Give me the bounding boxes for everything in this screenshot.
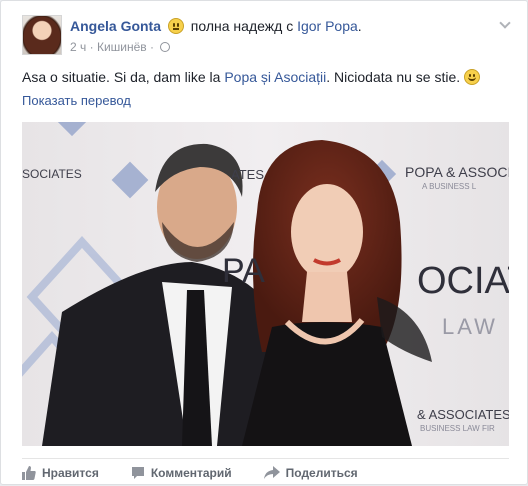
backdrop-text: PA <box>222 252 265 290</box>
post-text-part: Asa o situatie. Si da, dam like la <box>22 69 225 85</box>
author-name[interactable]: Angela Gonta <box>70 18 161 34</box>
post-time[interactable]: 2 ч <box>70 40 86 54</box>
share-arrow-icon <box>263 465 280 479</box>
with-prefix: с <box>286 18 294 34</box>
backdrop-text: ATES <box>231 167 264 182</box>
post-options-chevron-icon[interactable] <box>499 17 511 29</box>
share-button[interactable]: Поделиться <box>263 465 358 480</box>
smile-emoji-icon <box>464 69 481 85</box>
author-avatar[interactable] <box>22 15 62 55</box>
post-photo[interactable]: SOCIATES ATES POPA & ASSOCI A BUSINESS L… <box>22 122 509 446</box>
backdrop-text: & ASSOCIATES <box>417 407 509 422</box>
meta-separator: · <box>89 40 94 54</box>
backdrop-text: POPA & ASSOCI <box>405 164 509 180</box>
backdrop-text: BUSINESS LAW FIR <box>420 424 495 433</box>
comment-button[interactable]: Комментарий <box>131 466 232 480</box>
tagged-person-link[interactable]: Igor Popa <box>297 18 358 34</box>
thumbs-up-icon <box>22 465 36 480</box>
comment-icon <box>131 466 144 479</box>
meta-separator: · <box>150 40 154 54</box>
feeling-emoji-icon <box>167 18 184 34</box>
like-button[interactable]: Нравится <box>22 465 99 480</box>
tagged-suffix: . <box>357 18 362 34</box>
post-meta: 2 ч · Кишинёв · <box>70 40 171 54</box>
page-link[interactable]: Popa și Asociații <box>224 69 326 85</box>
comment-label: Комментарий <box>150 465 232 480</box>
feeling-text: полна надежд <box>190 18 283 34</box>
post-header: Angela Gonta полна надежд с Igor Popa. <box>70 17 362 35</box>
post-card: Angela Gonta полна надежд с Igor Popa. 2… <box>0 0 528 485</box>
post-text-part: . Niciodata nu se stie. <box>326 69 461 85</box>
backdrop-text: A BUSINESS L <box>422 182 477 191</box>
public-globe-icon[interactable] <box>160 42 171 52</box>
like-label: Нравится <box>42 465 99 480</box>
post-location[interactable]: Кишинёв <box>97 40 147 54</box>
post-actions-bar: Нравится Комментарий Поделиться <box>22 458 509 486</box>
backdrop-text: SOCIATES <box>22 167 82 181</box>
show-translation-link[interactable]: Показать перевод <box>22 93 131 108</box>
backdrop-text: LAW <box>442 314 498 339</box>
share-label: Поделиться <box>285 465 358 480</box>
post-text: Asa o situatie. Si da, dam like la Popa … <box>22 67 481 87</box>
backdrop-text: OCIAT <box>417 260 509 302</box>
